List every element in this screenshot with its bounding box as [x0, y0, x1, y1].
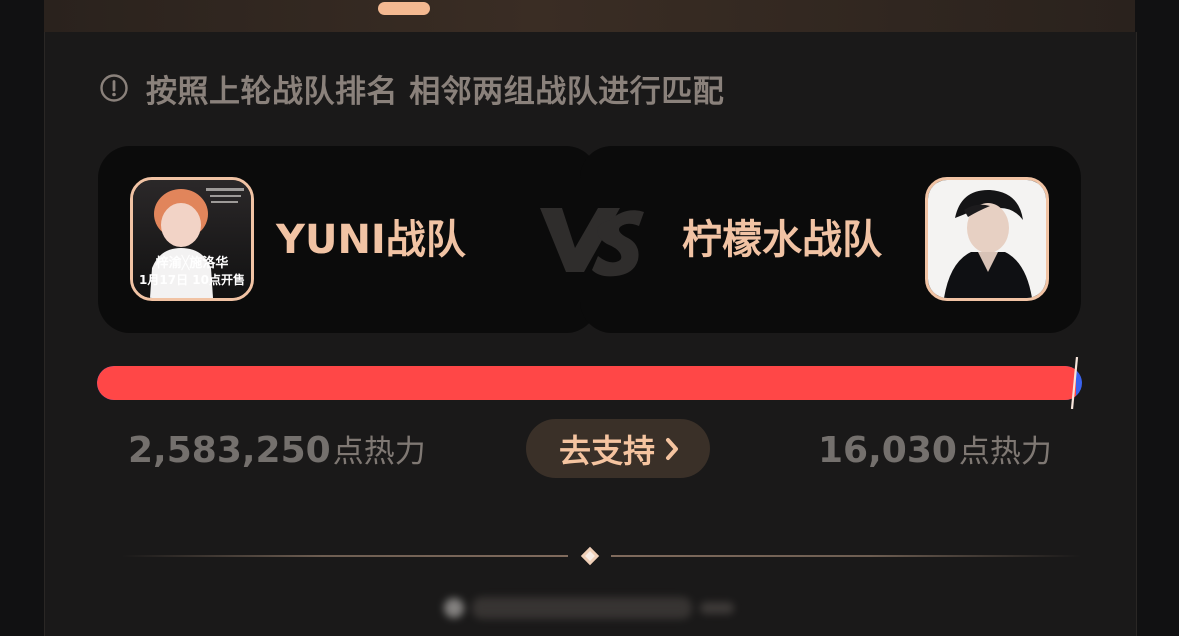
avatar-caption-2: 1月17日 10点开售 [139, 273, 245, 287]
support-button-label: 去支持 [558, 431, 655, 470]
team-left-avatar: 梓渝╳施洛华 1月17日 10点开售 [130, 177, 254, 301]
team-left-score-unit: 点热力 [332, 434, 426, 470]
left-team-progress-fill [97, 366, 1076, 400]
tab-indicator [378, 2, 430, 15]
team-left-score-value: 2,583,250 [128, 430, 331, 471]
notice-text: 按照上轮战队排名 相邻两组战队进行匹配 [146, 73, 725, 110]
header-strip [44, 0, 1135, 33]
blurred-bottom-content [440, 586, 750, 626]
heat-progress-bar [97, 366, 1082, 400]
team-right-avatar [925, 177, 1049, 301]
match-rule-notice: 按照上轮战队排名 相邻两组战队进行匹配 [100, 67, 725, 110]
info-circle-icon [100, 74, 128, 102]
team-right-score: 16,030点热力 [818, 426, 1052, 476]
team-right-name[interactable]: 柠檬水战队 [682, 212, 882, 268]
screen: 按照上轮战队排名 相邻两组战队进行匹配 梓渝╳施洛华 1月17日 10点开售 Y… [0, 0, 1179, 636]
section-divider-right [611, 555, 1081, 557]
team-left-score: 2,583,250点热力 [128, 426, 426, 476]
avatar-caption-1: 梓渝╳施洛华 [155, 256, 229, 271]
vs-icon [528, 190, 648, 288]
progress-divider-marker [1065, 356, 1083, 410]
support-button[interactable]: 去支持 [526, 419, 710, 478]
team-right-score-unit: 点热力 [958, 434, 1052, 470]
section-divider-left [122, 555, 568, 557]
team-right-score-value: 16,030 [818, 430, 957, 471]
diamond-icon [576, 542, 604, 570]
chevron-right-icon [663, 435, 681, 463]
team-left-name[interactable]: YUNI战队 [276, 212, 466, 268]
